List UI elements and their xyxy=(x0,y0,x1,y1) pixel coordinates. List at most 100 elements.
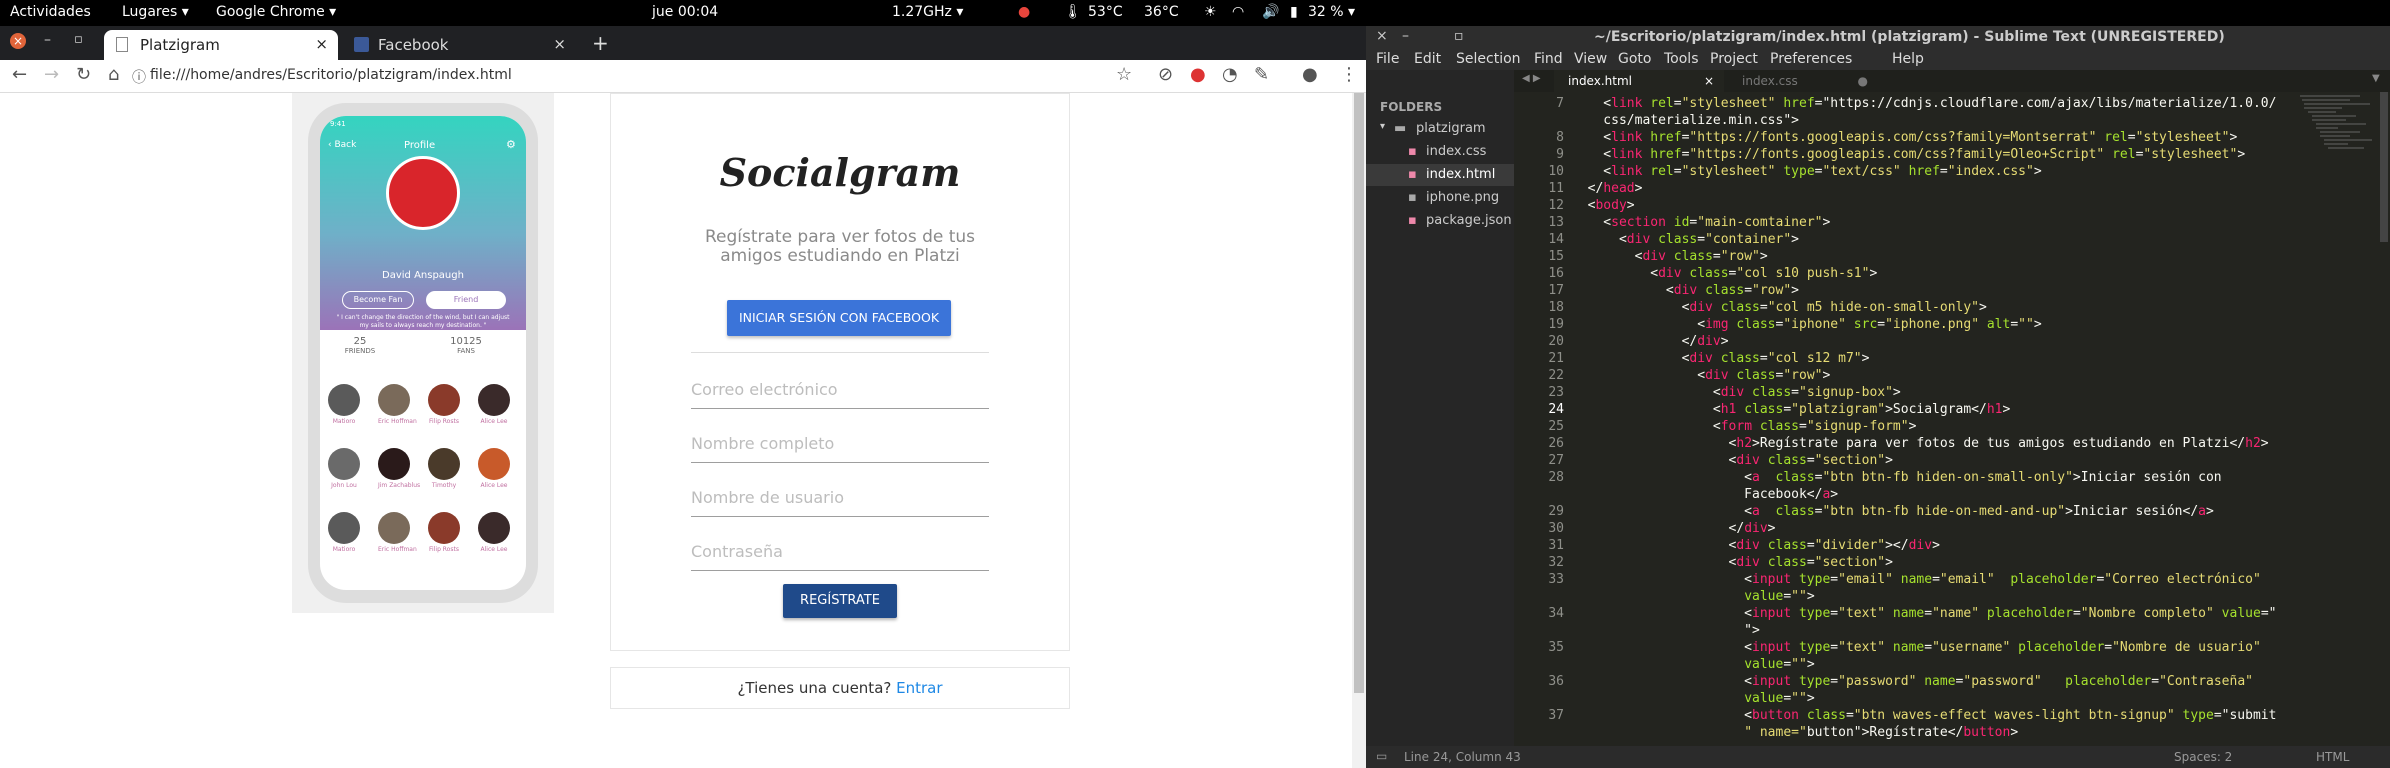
fullname-field[interactable]: Nombre completo xyxy=(691,434,989,463)
close-tab-icon[interactable]: × xyxy=(553,35,566,53)
minimize-window-icon[interactable]: – xyxy=(44,32,51,48)
menu-help[interactable]: Help xyxy=(1892,51,1924,67)
reload-icon[interactable]: ↻ xyxy=(76,64,91,85)
file-iphone-png[interactable]: ▪ iphone.png xyxy=(1366,187,1514,209)
menu-tools[interactable]: Tools xyxy=(1664,51,1699,67)
battery-icon[interactable]: ▮ xyxy=(1290,4,1298,20)
clock[interactable]: jue 00:04 xyxy=(652,4,718,20)
info-icon[interactable]: ⓘ xyxy=(132,67,146,87)
app-menu[interactable]: Google Chrome ▾ xyxy=(216,4,336,20)
chrome-window: × – ▫ Platzigram × Facebook × + ← → ↻ ⌂ … xyxy=(0,26,1366,768)
menu-edit[interactable]: Edit xyxy=(1414,51,1441,67)
home-icon[interactable]: ⌂ xyxy=(108,64,119,85)
friend-item: Jim Zachablus xyxy=(378,448,420,489)
maximize-window-icon[interactable]: ▫ xyxy=(1454,28,1464,44)
sublime-window: × – ▫ ~/Escritorio/platzigram/index.html… xyxy=(1366,26,2390,768)
volume-icon[interactable]: 🔊 xyxy=(1262,4,1279,20)
line-number: 23 xyxy=(1548,385,1564,400)
unsaved-dot-icon[interactable]: ● xyxy=(1858,70,1868,92)
scrollbar-thumb[interactable] xyxy=(1354,93,1364,693)
email-field[interactable]: Correo electrónico xyxy=(691,380,989,409)
address-bar[interactable]: file:///home/andres/Escritorio/platzigra… xyxy=(150,67,512,83)
close-window-icon[interactable]: × xyxy=(10,33,26,49)
page-scrollbar[interactable] xyxy=(1352,93,1366,768)
menu-project[interactable]: Project xyxy=(1710,51,1758,67)
maximize-window-icon[interactable]: ▫ xyxy=(74,32,83,47)
file-package-json[interactable]: ▪ package.json xyxy=(1366,210,1514,232)
minimap[interactable] xyxy=(2290,92,2378,192)
extension-gauge-icon[interactable]: ◔ xyxy=(1222,64,1238,85)
activities-button[interactable]: Actividades xyxy=(10,4,91,20)
line-number: 12 xyxy=(1548,198,1564,213)
editor-scrollbar-thumb[interactable] xyxy=(2380,92,2388,242)
close-window-icon[interactable]: × xyxy=(1376,28,1388,44)
username-field[interactable]: Nombre de usuario xyxy=(691,488,989,517)
password-field[interactable]: Contraseña xyxy=(691,542,989,571)
file-index-html[interactable]: ▪ index.html xyxy=(1366,164,1514,186)
line-number: 18 xyxy=(1548,300,1564,315)
new-tab-button[interactable]: + xyxy=(592,31,609,55)
become-fan-button: Become Fan xyxy=(342,291,414,309)
friend-item: Eric Hoffman xyxy=(378,384,417,425)
profile-avatar[interactable]: ● xyxy=(1302,64,1318,85)
battery-percent[interactable]: 32 % ▾ xyxy=(1308,4,1355,20)
code-line: <form class="signup-form"> xyxy=(1572,419,1917,434)
profile-quote: " I can't change the direction of the wi… xyxy=(336,314,510,329)
tab-label: index.css xyxy=(1742,74,1798,88)
close-tab-icon[interactable]: × xyxy=(1704,70,1714,92)
code-editor[interactable]: <link rel="stylesheet" href="https://cdn… xyxy=(1572,92,2312,746)
syntax-setting[interactable]: HTML xyxy=(2316,750,2349,764)
tab-index-css[interactable]: index.css ● xyxy=(1728,70,1878,92)
tab-overflow-icon[interactable]: ▼ xyxy=(2372,73,2380,84)
extension-block-icon[interactable]: ⊘ xyxy=(1158,64,1173,85)
friend-item: Alice Lee xyxy=(478,384,510,425)
tab-label: index.html xyxy=(1568,74,1632,88)
close-tab-icon[interactable]: × xyxy=(315,35,328,53)
register-button[interactable]: REGÍSTRATE xyxy=(783,584,897,618)
file-index-css[interactable]: ▪ index.css xyxy=(1366,141,1514,163)
menu-goto[interactable]: Goto xyxy=(1618,51,1651,67)
chrome-tray-icon[interactable]: ● xyxy=(1018,4,1030,20)
menu-find[interactable]: Find xyxy=(1534,51,1563,67)
line-number: 11 xyxy=(1548,181,1564,196)
code-line: <div class="signup-box"> xyxy=(1572,385,1901,400)
friend-name: John Lou xyxy=(331,482,357,489)
indentation-setting[interactable]: Spaces: 2 xyxy=(2174,750,2232,764)
tab-index-html[interactable]: index.html × xyxy=(1554,70,1724,92)
friend-name: Alice Lee xyxy=(480,546,508,553)
friend-name: Eric Hoffman xyxy=(378,418,417,425)
extension-icon[interactable]: ✎ xyxy=(1254,64,1269,85)
places-menu[interactable]: Lugares ▾ xyxy=(122,4,189,20)
menu-view[interactable]: View xyxy=(1574,51,1607,67)
editor-scrollbar[interactable] xyxy=(2378,92,2390,746)
back-icon[interactable]: ← xyxy=(12,64,27,85)
tab-platzigram[interactable]: Platzigram × xyxy=(104,30,338,60)
menu-selection[interactable]: Selection xyxy=(1456,51,1521,67)
panel-toggle-icon[interactable]: ▭ xyxy=(1376,749,1387,763)
menu-preferences[interactable]: Preferences xyxy=(1770,51,1852,67)
facebook-login-button[interactable]: INICIAR SESIÓN CON FACEBOOK xyxy=(727,300,951,336)
menu-kebab-icon[interactable]: ⋮ xyxy=(1340,64,1358,85)
forward-icon[interactable]: → xyxy=(44,64,59,85)
wifi-icon[interactable]: ◠ xyxy=(1232,4,1244,20)
friend-avatar xyxy=(378,512,410,544)
friend-name: Eric Hoffman xyxy=(378,546,417,553)
line-number: 21 xyxy=(1548,351,1564,366)
status-time: 9:41 xyxy=(330,120,346,128)
minimize-window-icon[interactable]: – xyxy=(1402,28,1409,44)
cpu-indicator[interactable]: 1.27GHz ▾ xyxy=(892,4,963,20)
code-line: <div class="col m5 hide-on-small-only"> xyxy=(1572,300,1987,315)
folder-platzigram[interactable]: ▾ ▬ platzigram xyxy=(1366,118,1514,140)
tab-nav-icon[interactable]: ◀ ▶ xyxy=(1522,73,1541,84)
menu-file[interactable]: File xyxy=(1376,51,1399,67)
settings-icon: ⚙ xyxy=(506,138,516,151)
login-link[interactable]: Entrar xyxy=(896,679,942,697)
tab-facebook[interactable]: Facebook × xyxy=(342,30,576,60)
code-line: <button class="btn waves-effect waves-li… xyxy=(1572,708,2277,723)
code-line: <h2>Regístrate para ver fotos de tus ami… xyxy=(1572,436,2269,451)
line-number: 22 xyxy=(1548,368,1564,383)
brightness-icon[interactable]: ☀ xyxy=(1204,4,1217,20)
line-number: 36 xyxy=(1548,674,1564,689)
adblock-icon[interactable]: ● xyxy=(1190,64,1206,85)
bookmark-star-icon[interactable]: ☆ xyxy=(1116,64,1132,85)
